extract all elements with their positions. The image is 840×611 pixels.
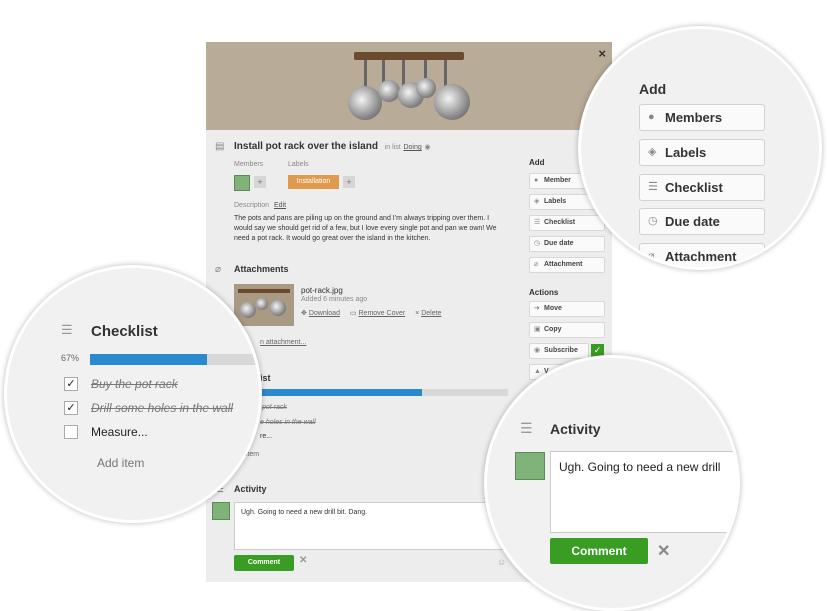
label-installation[interactable]: Installation — [288, 175, 339, 189]
attachments-heading: Attachments — [234, 264, 289, 274]
eye-icon: ◉ — [424, 144, 431, 151]
list-icon: ☰ — [648, 181, 658, 193]
copy-icon: ▣ — [534, 326, 541, 333]
in-list-prefix: in list — [384, 144, 401, 151]
member-avatar[interactable] — [234, 175, 250, 191]
person-icon: ● — [534, 177, 539, 184]
emoji-icon[interactable]: ☺ — [497, 557, 506, 567]
zoom-members-button[interactable]: ● Members — [639, 104, 765, 131]
attachment-name[interactable]: pot-rack.jpg — [301, 286, 343, 295]
description-text: The pots and pans are piling up on the g… — [234, 215, 497, 242]
sidebar-attachment-button[interactable]: ⌀ Attachment — [529, 257, 605, 273]
description-label: Description Edit — [234, 202, 287, 209]
list-link[interactable]: Doing — [403, 144, 421, 151]
card-checklist-item-3[interactable]: re... — [260, 433, 272, 440]
checklist-item-3[interactable]: Measure... — [91, 425, 148, 439]
checklist-checkbox-2[interactable]: ✓ — [64, 401, 78, 415]
attachment-thumbnail[interactable] — [234, 284, 294, 326]
checklist-add-item[interactable]: Add item — [97, 456, 144, 470]
checklist-progress-fill — [90, 354, 208, 365]
zoom-add-panel: Add ● Members ◈ Labels ☰ Checklist ◷ Due dat… — [578, 26, 822, 270]
pot-rack-bar — [354, 52, 464, 60]
remove-cover-icon: ▭ — [349, 310, 357, 317]
person-icon: ● — [648, 111, 655, 123]
add-member-icon[interactable]: + — [254, 176, 266, 188]
members-label: Members — [234, 161, 264, 168]
edit-description-link[interactable]: Edit — [274, 202, 286, 209]
download-link[interactable]: Download — [309, 310, 340, 317]
card-icon: ▤ — [215, 141, 225, 152]
zoom-checklist-button[interactable]: ☰ Checklist — [639, 174, 765, 201]
card-checklist-item-1[interactable]: pot rack — [262, 404, 287, 411]
card-checklist-item-2[interactable]: e holes in the wall — [260, 419, 316, 426]
sidebar-add-heading: Add — [529, 158, 545, 167]
add-label-icon[interactable]: + — [343, 176, 355, 188]
sidebar-copy-button[interactable]: ▣ Copy — [529, 322, 605, 338]
tag-icon: ◈ — [648, 146, 657, 158]
zoom-comment-button[interactable]: Comment — [550, 538, 648, 564]
remove-cover-link[interactable]: Remove Cover — [359, 310, 406, 317]
zoom-cancel-comment-icon[interactable]: ✕ — [657, 541, 670, 561]
card-checklist-progress-fill — [260, 389, 422, 396]
delete-link[interactable]: Delete — [421, 310, 441, 317]
zoom-add-heading: Add — [639, 81, 667, 97]
sidebar-checklist-button[interactable]: ☰ Checklist — [529, 215, 605, 231]
checklist-heading-partial: ist — [260, 373, 271, 383]
eye-icon: ◉ — [534, 347, 541, 354]
activity-icon: ☰ — [520, 420, 533, 436]
zoom-checklist-heading: Checklist — [91, 323, 158, 340]
paperclip-icon: ⌀ — [215, 264, 222, 275]
close-icon[interactable]: × — [598, 46, 606, 61]
checklist-checkbox-3[interactable] — [64, 425, 78, 439]
clock-icon: ◷ — [648, 215, 658, 227]
add-attachment-link[interactable]: n attachment... — [260, 339, 306, 346]
checklist-item-1[interactable]: Buy the pot rack — [91, 377, 178, 391]
checklist-icon: ☰ — [61, 322, 73, 337]
commenter-avatar — [515, 452, 545, 480]
cancel-comment-icon[interactable]: ✕ — [299, 555, 307, 566]
arrow-right-icon: ➜ — [534, 305, 540, 312]
checklist-item-2[interactable]: Drill some holes in the wall — [91, 401, 233, 415]
sidebar-subscribe-button[interactable]: ◉ Subscribe — [529, 343, 589, 359]
zoom-checklist-panel: ☰ Checklist 67% ✓ Buy the pot rack ✓ Dri… — [4, 265, 262, 523]
commenter-avatar — [212, 502, 230, 520]
cover-image — [206, 42, 612, 130]
zoom-labels-button[interactable]: ◈ Labels — [639, 139, 765, 166]
zoom-comment-input[interactable]: Ugh. Going to need a new drill — [550, 451, 737, 533]
zoom-due-date-button[interactable]: ◷ Due date — [639, 208, 765, 235]
checklist-checkbox-1[interactable]: ✓ — [64, 377, 78, 391]
delete-icon: × — [415, 310, 420, 317]
paperclip-icon: ⌀ — [534, 261, 539, 268]
comment-button[interactable]: Comment — [234, 555, 294, 571]
labels-label: Labels — [288, 161, 309, 168]
sidebar-actions-heading: Actions — [529, 288, 559, 297]
zoom-activity-panel: ☰ Activity Ugh. Going to need a new dril… — [484, 355, 740, 611]
activity-heading: Activity — [234, 484, 267, 494]
tag-icon: ◈ — [534, 198, 540, 205]
download-icon: ✥ — [301, 310, 307, 317]
attachment-actions: ✥ Download ▭ Remove Cover × Delete — [301, 309, 441, 317]
zoom-activity-heading: Activity — [550, 421, 601, 437]
list-icon: ☰ — [534, 219, 541, 226]
zoom-attachment-button[interactable]: ⌀ Attachment — [639, 243, 765, 267]
checklist-percent: 67% — [61, 353, 80, 363]
sidebar-move-button[interactable]: ➜ Move — [529, 301, 605, 317]
clock-icon: ◷ — [534, 240, 541, 247]
paperclip-icon: ⌀ — [648, 250, 655, 262]
sidebar-due-date-button[interactable]: ◷ Due date — [529, 236, 605, 252]
card-title[interactable]: Install pot rack over the island in list… — [234, 141, 431, 152]
attachment-added-time: Added 6 minutes ago — [301, 296, 368, 303]
